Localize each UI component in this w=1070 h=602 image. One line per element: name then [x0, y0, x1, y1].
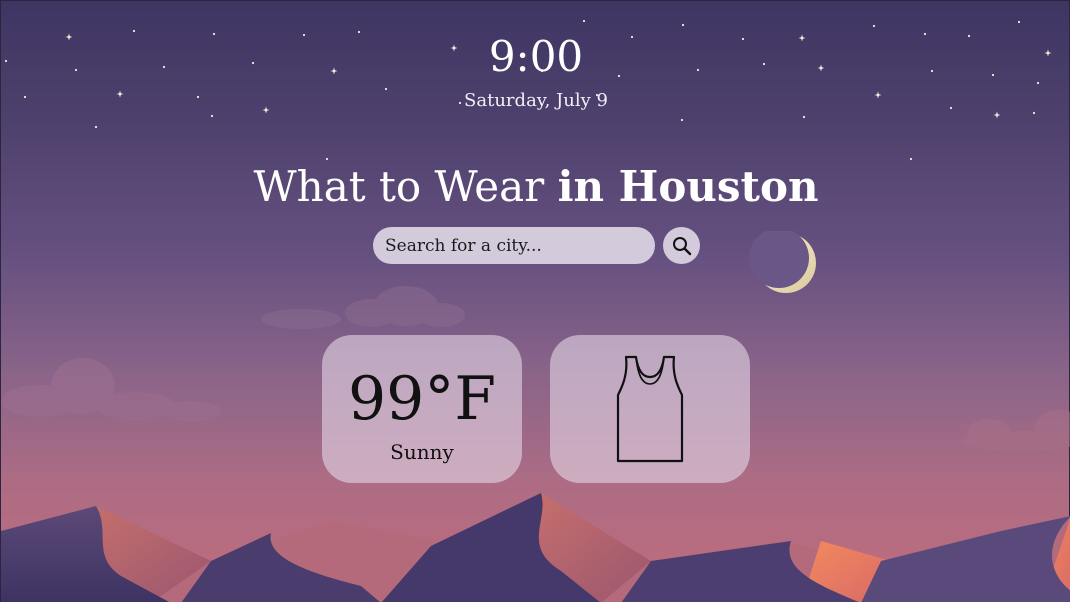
- search-button[interactable]: [663, 227, 700, 264]
- page-title: What to Wear in Houston: [1, 159, 1070, 215]
- clock-date: Saturday, July 9: [464, 90, 608, 111]
- page-title-prefix: What to Wear: [253, 162, 545, 211]
- weather-card: 99°F Sunny: [322, 335, 522, 483]
- search-icon: [672, 236, 691, 255]
- clock-time: 9:00: [488, 32, 584, 81]
- crescent-moon-icon: [749, 231, 816, 293]
- clothing-card: [550, 335, 750, 483]
- tank-top-icon: [616, 355, 684, 463]
- city-search-input[interactable]: [373, 227, 655, 264]
- temperature-value: 99°F: [348, 364, 496, 434]
- page-title-city: in Houston: [557, 162, 819, 211]
- weather-condition: Sunny: [390, 440, 454, 464]
